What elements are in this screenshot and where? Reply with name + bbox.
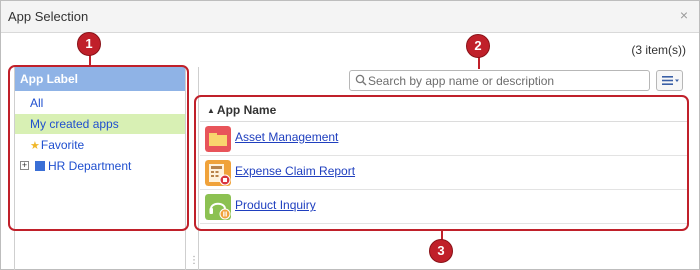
view-options-button[interactable] bbox=[656, 70, 683, 91]
callout-marker-1: 1 bbox=[77, 32, 101, 56]
dialog-titlebar: App Selection × bbox=[1, 1, 699, 33]
search-input[interactable] bbox=[368, 72, 646, 89]
search-box[interactable] bbox=[349, 70, 650, 91]
search-icon bbox=[355, 74, 367, 86]
callout-marker-2: 2 bbox=[466, 34, 490, 58]
callout-box-app-list bbox=[194, 95, 689, 231]
callout-leader bbox=[89, 55, 91, 66]
dialog-title: App Selection bbox=[8, 9, 89, 24]
item-count: (3 item(s)) bbox=[631, 43, 686, 57]
callout-box-left-panel bbox=[8, 65, 189, 231]
callout-marker-3: 3 bbox=[429, 239, 453, 263]
close-icon[interactable]: × bbox=[677, 8, 691, 22]
splitter-grip-icon[interactable]: ⋮ bbox=[189, 256, 200, 266]
callout-leader bbox=[478, 57, 480, 69]
list-view-icon bbox=[662, 76, 679, 85]
